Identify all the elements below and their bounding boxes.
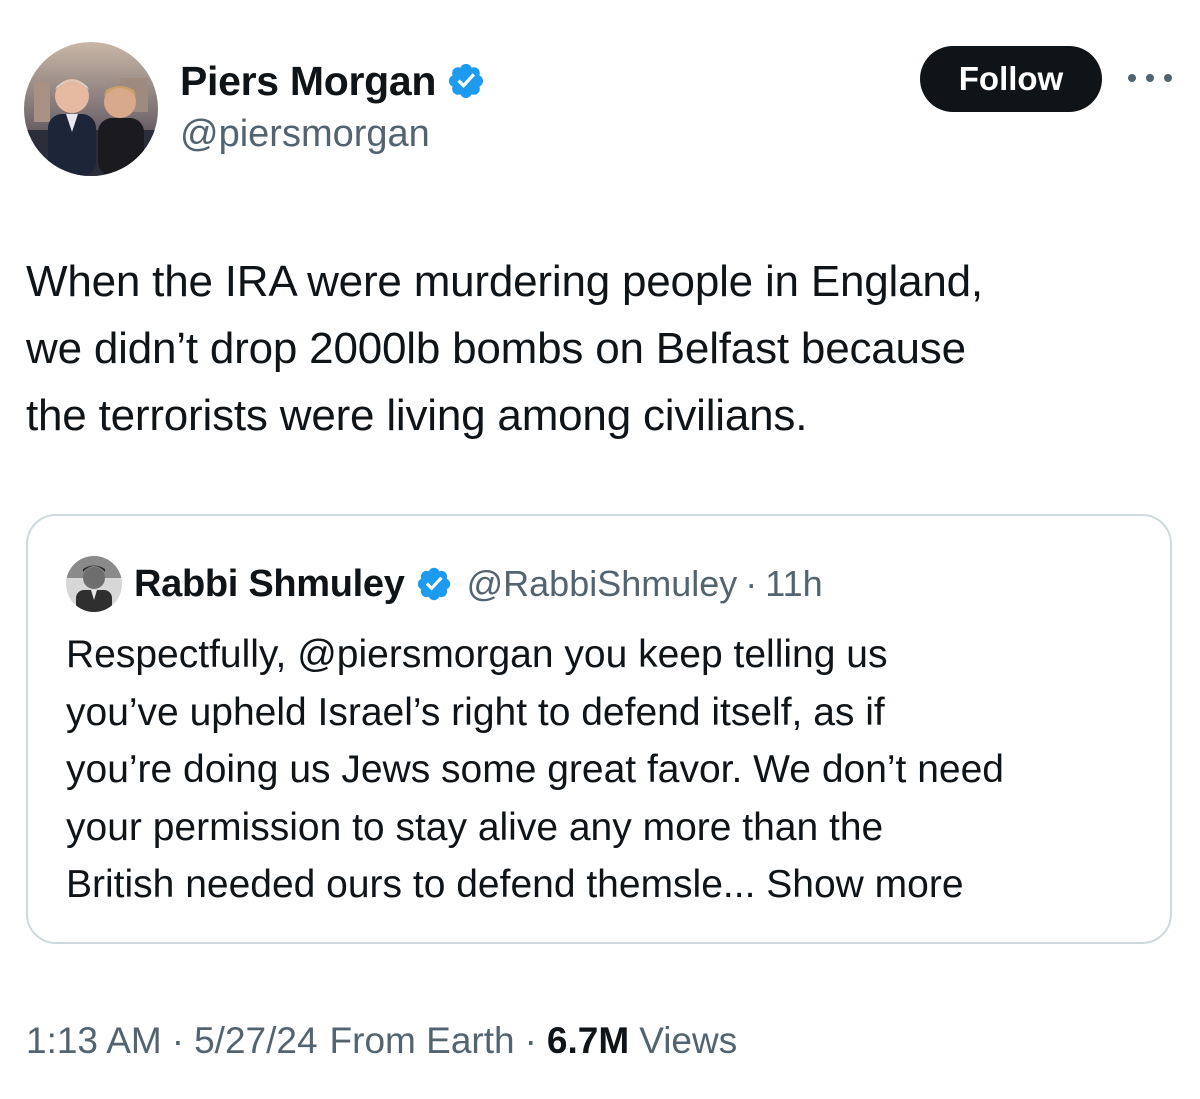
separator-dot: · <box>171 1020 185 1061</box>
author-name-row[interactable]: Piers Morgan <box>180 56 486 106</box>
tweet-source: From Earth <box>329 1020 515 1061</box>
quoted-author-avatar[interactable] <box>66 556 122 612</box>
quoted-tweet-time[interactable]: 11h <box>765 563 822 605</box>
author-display-name[interactable]: Piers Morgan <box>180 58 436 105</box>
quoted-author-handle[interactable]: @RabbiShmuley <box>467 563 738 605</box>
separator-dot: · <box>524 1020 537 1061</box>
verified-badge-icon <box>449 63 484 99</box>
tweet-time[interactable]: 1:13 AM <box>26 1020 162 1062</box>
quoted-tweet-card[interactable]: Rabbi Shmuley @RabbiShmuley · 11h Respec… <box>26 514 1172 944</box>
quoted-tweet-header: Rabbi Shmuley @RabbiShmuley · 11h <box>134 556 823 612</box>
author-avatar[interactable] <box>24 42 158 176</box>
views-label[interactable]: Views <box>639 1020 737 1062</box>
show-more-link[interactable]: Show more <box>766 863 963 906</box>
tweet-metadata: 1:13 AM · 5/27/24 From Earth · 6.7M View… <box>26 1016 737 1066</box>
tweet-text: When the IRA were murdering people in En… <box>26 257 983 440</box>
ellipsis-icon[interactable] <box>1128 66 1172 90</box>
separator-dot: · <box>745 563 758 604</box>
views-count[interactable]: 6.7M <box>547 1020 629 1062</box>
tweet-date[interactable]: 5/27/24 <box>194 1020 317 1062</box>
quoted-author-name[interactable]: Rabbi Shmuley <box>134 563 405 606</box>
verified-badge-icon <box>417 567 450 601</box>
quoted-tweet-text: Respectfully, @piersmorgan you keep tell… <box>66 626 1146 914</box>
author-handle[interactable]: @piersmorgan <box>180 113 430 156</box>
follow-button[interactable]: Follow <box>920 46 1102 112</box>
